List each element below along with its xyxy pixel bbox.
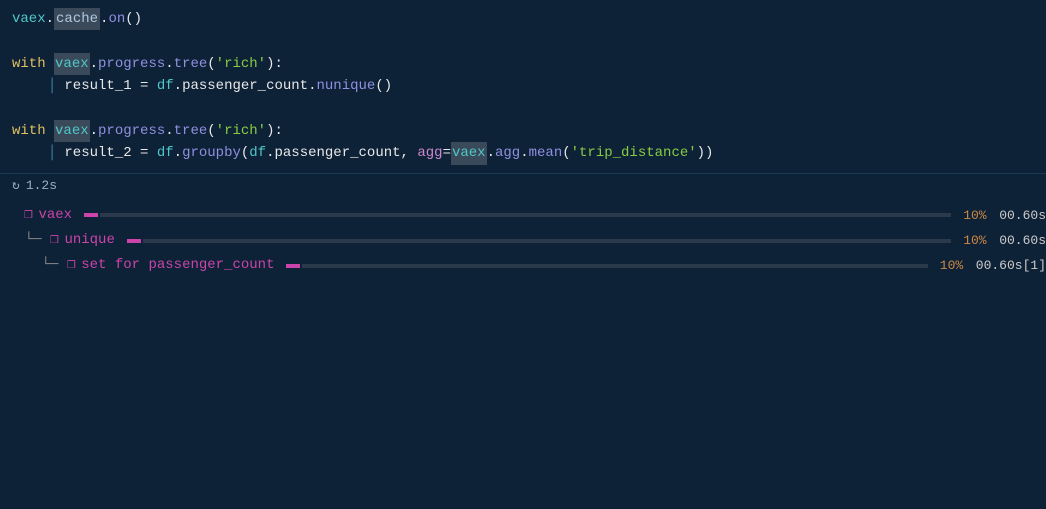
tree-connector-1: └─ [8, 228, 50, 253]
progress-track-1 [127, 239, 951, 243]
bar-empty-0 [100, 213, 951, 217]
progress-row-unique: └─ ❒ unique 10% 00.60s [8, 228, 1046, 253]
hash-icon-2: ❒ [67, 253, 75, 278]
time-1: 00.60s [999, 229, 1046, 252]
code-line-1: vaex.cache.on() [12, 8, 1046, 30]
code-line-3: │ result_1 = df . passenger_count . nuni… [12, 75, 1046, 97]
df-token-1: df [157, 75, 174, 97]
bar-empty-1 [143, 239, 951, 243]
progress-row-vaex: ❒ vaex 10% 00.60s [8, 203, 1046, 228]
tree-method: tree [174, 53, 208, 75]
vaex-token: vaex [12, 8, 46, 30]
pipe-1: │ [48, 75, 56, 97]
passenger-count-1: passenger_count [182, 75, 308, 97]
agg-method: agg [495, 142, 520, 164]
pct-1: 10% [963, 229, 999, 252]
rich-string-1: 'rich' [216, 53, 266, 75]
hash-icon-1: ❒ [50, 228, 58, 253]
pct-2: 10% [940, 254, 976, 277]
progress-method: progress [98, 53, 165, 75]
df-token-2: df [157, 142, 174, 164]
progress-method-2: progress [98, 120, 165, 142]
code-line-5: │ result_2 = df . groupby ( df . passeng… [12, 142, 1046, 164]
code-line-4: with vaex.progress.tree('rich'): [12, 120, 1046, 142]
time-0: 00.60s [999, 204, 1046, 227]
with-keyword-1: with [12, 53, 54, 75]
trip-distance-string: 'trip_distance' [571, 142, 697, 164]
blank-1 [12, 30, 1046, 52]
nunique-method: nunique [317, 75, 376, 97]
editor-area: vaex.cache.on() with vaex.progress.tree(… [0, 0, 1046, 174]
timing-value: 1.2s [26, 178, 57, 193]
bar-empty-2 [302, 264, 927, 268]
bar-filled-2 [286, 264, 300, 268]
on-token: on [108, 8, 125, 30]
tree-method-2: tree [174, 120, 208, 142]
code-line-2: with vaex.progress.tree('rich'): [12, 53, 1046, 75]
agg-param: agg [417, 142, 442, 164]
blank-2 [12, 98, 1046, 120]
result2-var: result_2 [64, 142, 131, 164]
cache-token: cache [54, 8, 100, 30]
pipe-2: │ [48, 142, 56, 164]
progress-track-2 [286, 264, 927, 268]
df-token-3: df [249, 142, 266, 164]
rich-string-2: 'rich' [216, 120, 266, 142]
timing-bar: ↻ 1.2s [0, 174, 1046, 197]
pct-0: 10% [963, 204, 999, 227]
progress-row-set: └─ ❒ set for passenger_count 10% 00.60s[… [8, 253, 1046, 278]
hash-icon-0: ❒ [24, 203, 32, 228]
with-keyword-2: with [12, 120, 54, 142]
label-set: set for passenger_count [81, 253, 274, 278]
extra-2: [1] [1023, 258, 1046, 273]
label-unique: unique [64, 228, 114, 253]
label-vaex: vaex [38, 203, 72, 228]
groupby-method: groupby [182, 142, 241, 164]
bar-filled-0 [84, 213, 98, 217]
vaex-token-2: vaex [54, 53, 90, 75]
refresh-icon: ↻ [12, 178, 20, 193]
bar-filled-1 [127, 239, 141, 243]
vaex-token-4: vaex [451, 142, 487, 164]
time-2: 00.60s[1] [976, 254, 1046, 277]
result1-var: result_1 [64, 75, 131, 97]
progress-track-0 [84, 213, 951, 217]
vaex-token-3: vaex [54, 120, 90, 142]
mean-method: mean [529, 142, 563, 164]
passenger-count-2: passenger_count [275, 142, 401, 164]
progress-area: ❒ vaex 10% 00.60s └─ ❒ unique 10% 00.60s… [0, 197, 1046, 285]
tree-connector-2: └─ [8, 253, 67, 278]
